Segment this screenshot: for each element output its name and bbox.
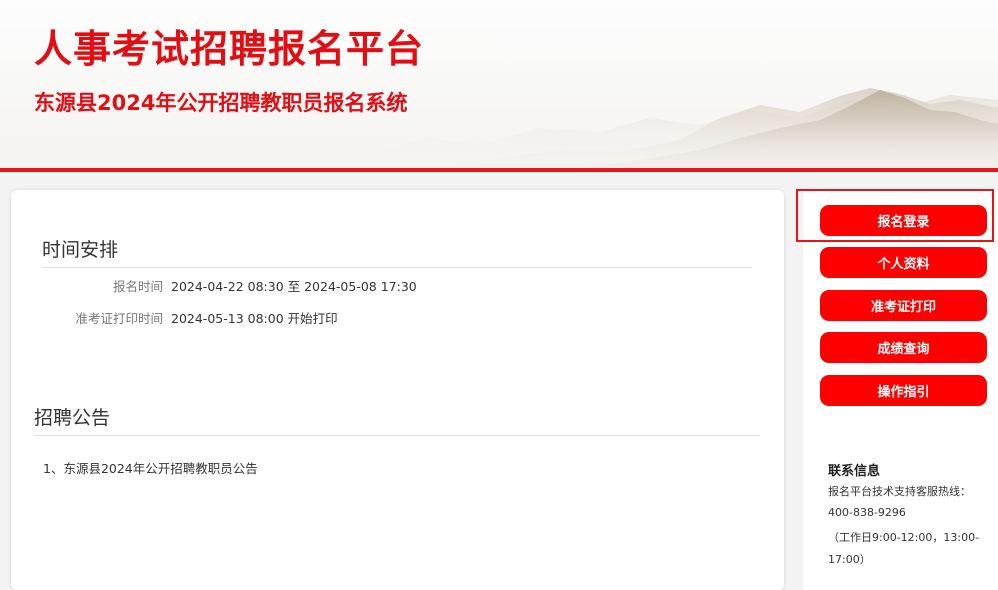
- main-content-card: 时间安排 报名时间 2024-04-22 08:30 至 2024-05-08 …: [11, 190, 784, 590]
- schedule-section-title: 时间安排: [42, 239, 119, 261]
- login-button[interactable]: 报名登录: [820, 205, 987, 236]
- notices-section-title: 招聘公告: [34, 407, 111, 429]
- contact-hours-end: 17:00）: [828, 553, 871, 566]
- contact-hotline-label: 报名平台技术支持客服热线：: [828, 485, 971, 498]
- notice-link[interactable]: 1、东源县2024年公开招聘教职员公告: [43, 458, 258, 477]
- contact-title: 联系信息: [828, 464, 881, 479]
- contact-phone: 400-838-9296: [828, 506, 906, 519]
- profile-button[interactable]: 个人资料: [820, 247, 987, 278]
- site-subtitle: 东源县2024年公开招聘教职员报名系统: [34, 91, 408, 115]
- registration-time-label: 报名时间: [112, 279, 163, 294]
- header-divider: [0, 168, 998, 172]
- guide-button[interactable]: 操作指引: [820, 375, 987, 406]
- print-ticket-button[interactable]: 准考证打印: [820, 290, 987, 321]
- site-title: 人事考试招聘报名平台: [34, 27, 425, 71]
- registration-time-value: 2024-04-22 08:30 至 2024-05-08 17:30: [171, 279, 417, 294]
- contact-hours: （工作日9:00-12:00，13:00-: [828, 531, 980, 544]
- admission-ticket-time-label: 准考证打印时间: [75, 311, 163, 326]
- schedule-divider: [42, 267, 752, 268]
- notices-divider: [34, 435, 760, 436]
- admission-ticket-time-value: 2024-05-13 08:00 开始打印: [171, 311, 338, 326]
- score-query-button[interactable]: 成绩查询: [820, 332, 987, 363]
- page-header: 人事考试招聘报名平台 东源县2024年公开招聘教职员报名系统: [0, 0, 998, 170]
- sidebar: 报名登录 个人资料 准考证打印 成绩查询 操作指引 联系信息 报名平台技术支持客…: [803, 190, 998, 590]
